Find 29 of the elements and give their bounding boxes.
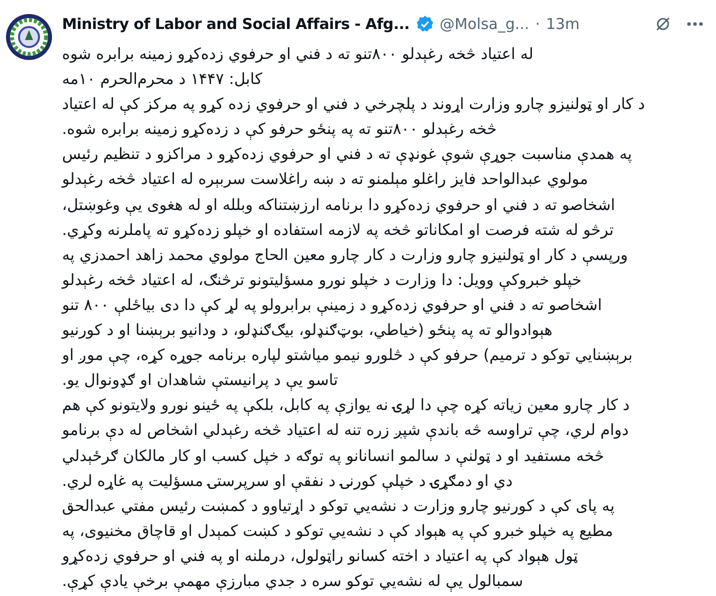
post-text-line: ترڅو له شته فرصت او امکاناتو څخه په لازمه استفاده او خپلو زده‌کړو ته پاملرنه وکړي.: [62, 220, 614, 241]
post-text-line: دي او دمګړۍ د خپلې کورنۍ د نفقې او سرپرستۍ مسؤلیت په غاړه لري.: [62, 470, 513, 494]
post-text-line: د کار چارو معین زیاته کړه چې دا لړۍ نه یوازې په کابل، بلکې په ځینو نورو ولایتونو کې هم: [62, 395, 630, 418]
post-text-line: سمبالول یې له نشه‌يي توکو سره د جدي مبارزې مهمې برخې یادې کړې.: [62, 570, 524, 594]
post-text-line: په همدې مناسبت جوړې شوې غونډې ته د فني او حرفوي زده‌کړو د مراکزو د تنظیم رئیس: [62, 144, 632, 167]
post-text-line: د کار او ټولنیزو چارو وزارت اړوند د پلچرخي د فني او حرفوي زده کړو په مرکز کې له اعتیاد: [62, 94, 645, 117]
post-text-line: مولوي عبدالواحد فایز راغلو مېلمنو ته د ښه راغلاست سربېره له اعتیاد څخه رغېدلو: [62, 169, 588, 190]
post-text-line: دوام لري، چې تراوسه څه باندې شپږ زره تنه له اعتیاد څخه رغېدلي اشخاص له دې برنامو: [62, 420, 629, 443]
post-text-line: مطیع په خپلو خبرو کې په هېواد کې د نشه‌يي توکو د کښت کمېدل او قاچاق مخنیوی، په: [62, 520, 614, 544]
separator-dot: ·: [535, 15, 540, 33]
slashed-circle-icon[interactable]: [654, 15, 672, 33]
post-text-line: تاسو یې د پرانیستې شاهدان او ګډونوال یو.: [62, 370, 338, 393]
post-text-line: په پای کې د کورنیو چارو وزارت د نشه‌يي توکو د اړتیاوو د کمښت رئیس مفتي عبدالحق: [62, 496, 615, 519]
post-text-line: خپلو خبروکې وویل: دا وزارت د خپلو نورو مسؤلیتونو ترڅنګ، له اعتیاد څخه رغېدلو: [62, 270, 582, 293]
logo-icon: [4, 12, 54, 62]
post-text-line: برېښنایي توکو د ترمیم) حرفو کې د څلورو نیمو میاشتو لپاره برنامه جوړه کړه، چې موږ او: [62, 345, 633, 368]
post-text-line: اشخاصو ته د فني او حرفوي زده‌کړو د زمینې برابرولو په لړ کې دا دی بیاځلې ۸۰۰ تنو: [62, 294, 602, 318]
post-text-line: کابل: ۱۴۴۷ د محرم‌الحرم ۱۰مه: [62, 69, 262, 90]
user-handle[interactable]: @Molsa_g...: [440, 15, 530, 33]
post-text-line: اشخاصو ته د فني او حرفوي زده‌کړو دا برنامه ارزښتناکه وبلله او له هغوی یې وغوښتل،: [62, 194, 616, 218]
post-text-line: ټول هېواد کې په اعتیاد د اخته کسانو راټولول، درملنه او په فني او حرفوي زده‌کړو: [62, 546, 578, 569]
post-text-line: څخه مستفید او د ټولنې د سالمو انسانانو په توګه د خپل کسب او کار مالکان ګرځېدلي: [62, 444, 604, 469]
author-name[interactable]: Ministry of Labor and Social Affairs - Afg...: [62, 15, 410, 33]
post-text-line: له اعتیاد څخه رغېدلو ۸۰۰تنو ته د فني او حرفوي زده‌کړو زمینه برابره شوه: [62, 44, 534, 65]
more-icon[interactable]: [686, 21, 704, 27]
post-text-line: ورپسې د کار او ټولنیزو چارو وزارت د کار چارو معین الحاج مولوي محمد زاهد احمدزي په: [62, 244, 628, 268]
post-text-line: هېوادوالو ته په پنځو (خیاطي، بوټ‌ګنډلو، بیګ‌ګنډلو، د ودانیو برېښنا او د کورنیو: [62, 320, 552, 342]
post-time[interactable]: 13m: [546, 15, 580, 33]
post-text-line: څخه رغېدلو ۸۰۰تنو ته په پنځو حرفو کې د زده‌کړو زمینه برابره شوه.: [62, 119, 497, 142]
